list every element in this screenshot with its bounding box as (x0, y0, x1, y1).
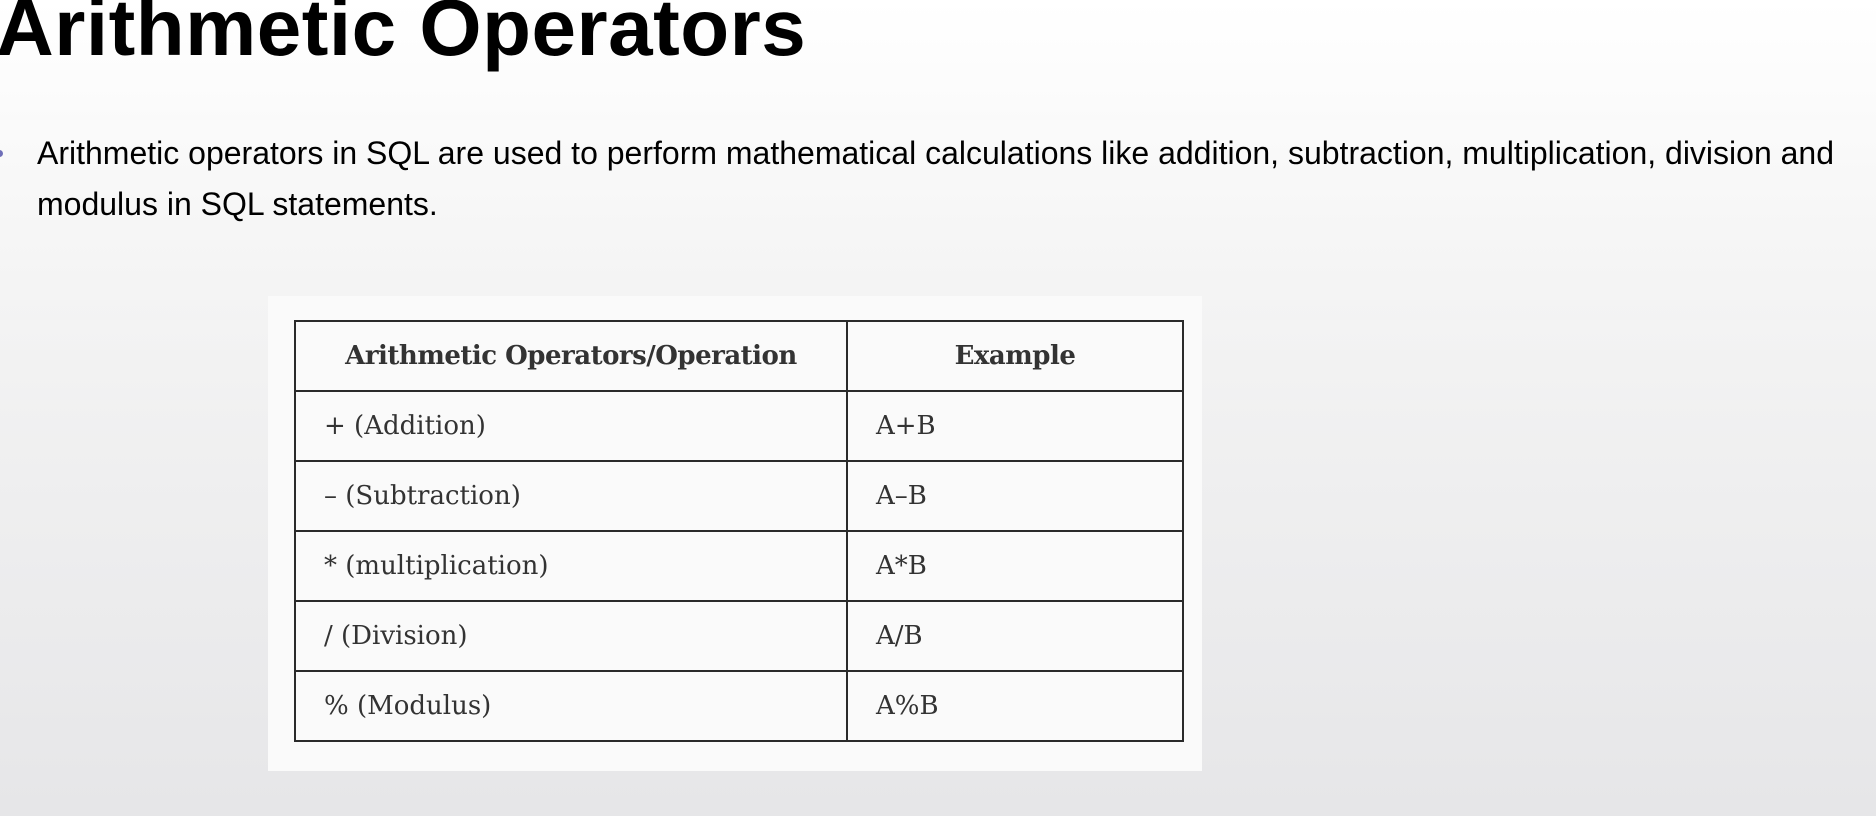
operator-cell: * (multiplication) (294, 530, 848, 602)
slide-title: Arithmetic Operators (0, 0, 807, 72)
operator-cell: / (Division) (294, 600, 848, 672)
example-cell: A+B (846, 390, 1184, 462)
operator-cell: % (Modulus) (294, 670, 848, 742)
operators-table-image: Arithmetic Operators/Operation Example +… (268, 296, 1202, 771)
table-row: – (Subtraction) A–B (294, 460, 1184, 532)
table-row: + (Addition) A+B (294, 390, 1184, 462)
table-row: / (Division) A/B (294, 600, 1184, 672)
bullet-item: Arithmetic operators in SQL are used to … (0, 128, 1860, 230)
table-header-row: Arithmetic Operators/Operation Example (294, 320, 1184, 392)
table-row: * (multiplication) A*B (294, 530, 1184, 602)
bullet-text: Arithmetic operators in SQL are used to … (37, 135, 1835, 222)
operators-table: Arithmetic Operators/Operation Example +… (294, 320, 1184, 742)
bullet-dot-icon (0, 150, 3, 157)
example-cell: A%B (846, 670, 1184, 742)
operator-cell: + (Addition) (294, 390, 848, 462)
example-cell: A*B (846, 530, 1184, 602)
example-cell: A–B (846, 460, 1184, 532)
table-row: % (Modulus) A%B (294, 670, 1184, 742)
operator-cell: – (Subtraction) (294, 460, 848, 532)
column-header-operation: Arithmetic Operators/Operation (294, 320, 848, 392)
example-cell: A/B (846, 600, 1184, 672)
column-header-example: Example (846, 320, 1184, 392)
bullet-list: Arithmetic operators in SQL are used to … (0, 128, 1860, 230)
